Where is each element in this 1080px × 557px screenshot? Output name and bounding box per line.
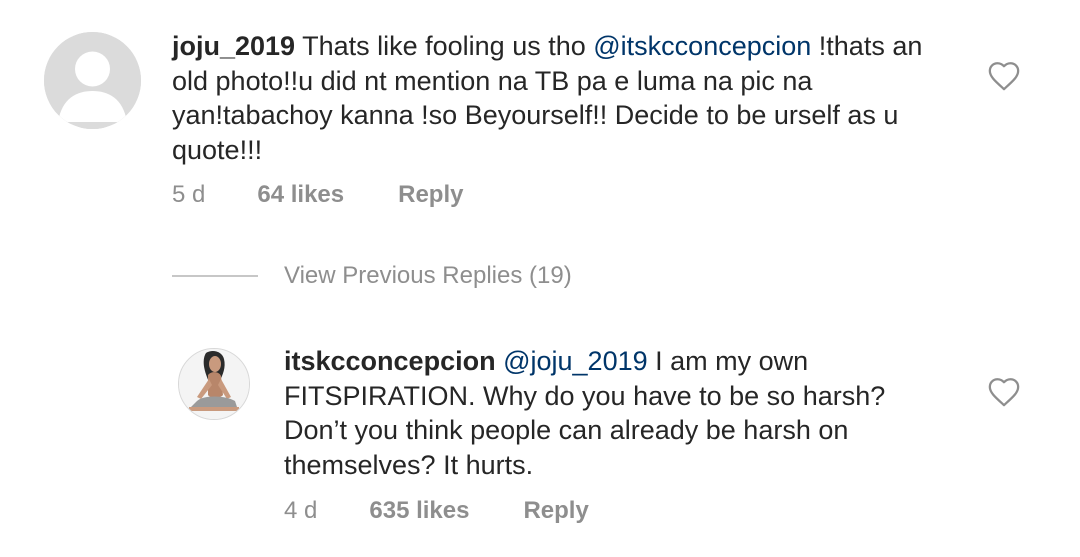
- heart-outline-icon[interactable]: [987, 376, 1021, 408]
- comment-meta: 4 d 635 likes Reply: [284, 497, 589, 525]
- comment-age[interactable]: 5 d: [172, 181, 205, 209]
- comment-mention[interactable]: @itskcconcepcion: [593, 31, 811, 61]
- default-avatar-icon: [44, 32, 141, 129]
- reply-button[interactable]: Reply: [523, 497, 588, 525]
- comment-age[interactable]: 4 d: [284, 497, 317, 525]
- comment-mention[interactable]: @joju_2019: [503, 346, 648, 376]
- comment-username[interactable]: itskcconcepcion: [284, 346, 496, 376]
- view-previous-replies-button[interactable]: View Previous Replies (19): [172, 262, 572, 290]
- comment-text: joju_2019 Thats like fooling us tho @its…: [172, 29, 952, 167]
- avatar[interactable]: [44, 32, 141, 129]
- comment-text: itskcconcepcion @joju_2019 I am my own F…: [284, 344, 924, 482]
- profile-photo-icon: [179, 349, 249, 419]
- view-replies-label: View Previous Replies (19): [284, 262, 572, 289]
- comment-body-start: [496, 346, 504, 376]
- avatar[interactable]: [178, 348, 250, 420]
- comment-likes[interactable]: 635 likes: [369, 497, 469, 525]
- heart-outline-icon[interactable]: [987, 60, 1021, 92]
- divider-line: [172, 275, 258, 277]
- comment-body-start: Thats like fooling us tho: [295, 31, 594, 61]
- comment-meta: 5 d 64 likes Reply: [172, 181, 463, 209]
- comment-likes[interactable]: 64 likes: [257, 181, 344, 209]
- reply-button[interactable]: Reply: [398, 181, 463, 209]
- comment-username[interactable]: joju_2019: [172, 31, 295, 61]
